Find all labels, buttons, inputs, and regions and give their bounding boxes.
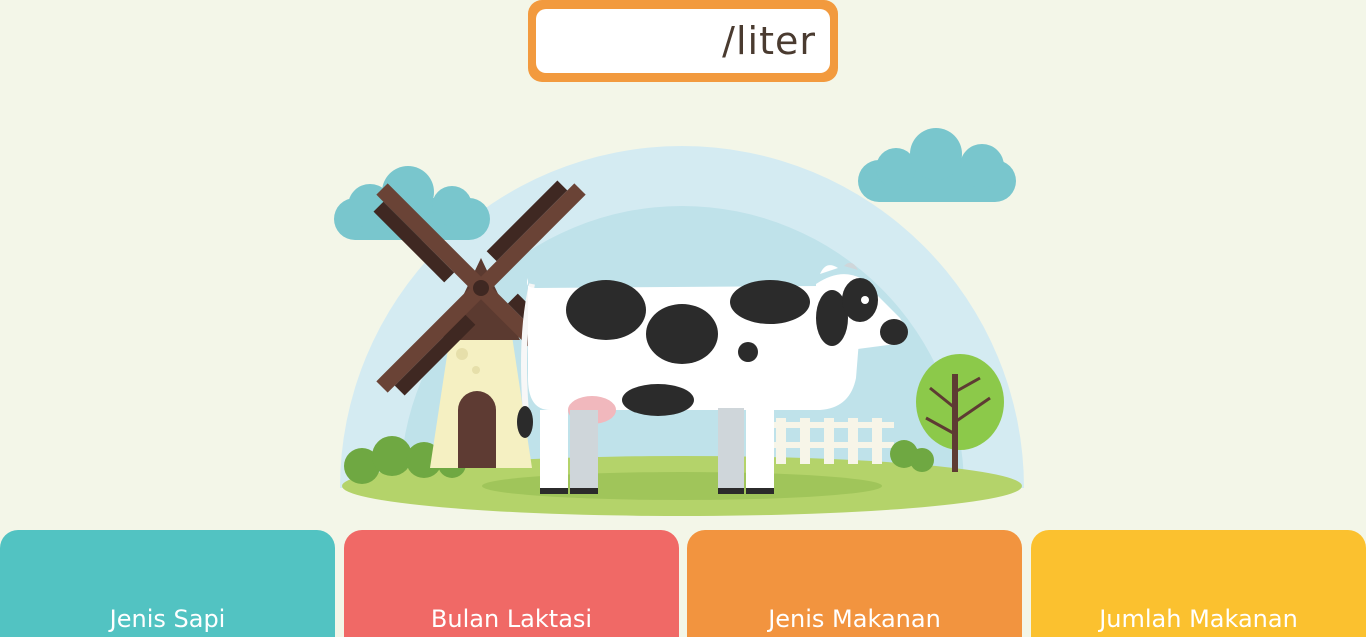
milk-yield-output: /liter <box>536 9 830 73</box>
feed-amount-label: Jumlah Makanan <box>1099 605 1298 633</box>
feed-amount-card[interactable]: Jumlah Makanan <box>1031 530 1366 637</box>
farm-scene-graphic <box>334 128 1024 516</box>
milk-yield-unit: /liter <box>722 19 816 63</box>
milk-yield-display: /liter <box>528 0 838 82</box>
feed-type-card[interactable]: Jenis Makanan <box>687 530 1022 637</box>
feed-type-label: Jenis Makanan <box>768 605 941 633</box>
lactation-month-card[interactable]: Bulan Laktasi <box>344 530 679 637</box>
input-category-cards: Jenis Sapi Bulan Laktasi Jenis Makanan J… <box>0 530 1366 637</box>
cloud-icon <box>858 128 1016 202</box>
cow-breed-label: Jenis Sapi <box>109 605 226 633</box>
lactation-month-label: Bulan Laktasi <box>430 605 593 633</box>
cow-farm-illustration <box>300 88 1060 528</box>
cow-breed-card[interactable]: Jenis Sapi <box>0 530 335 637</box>
